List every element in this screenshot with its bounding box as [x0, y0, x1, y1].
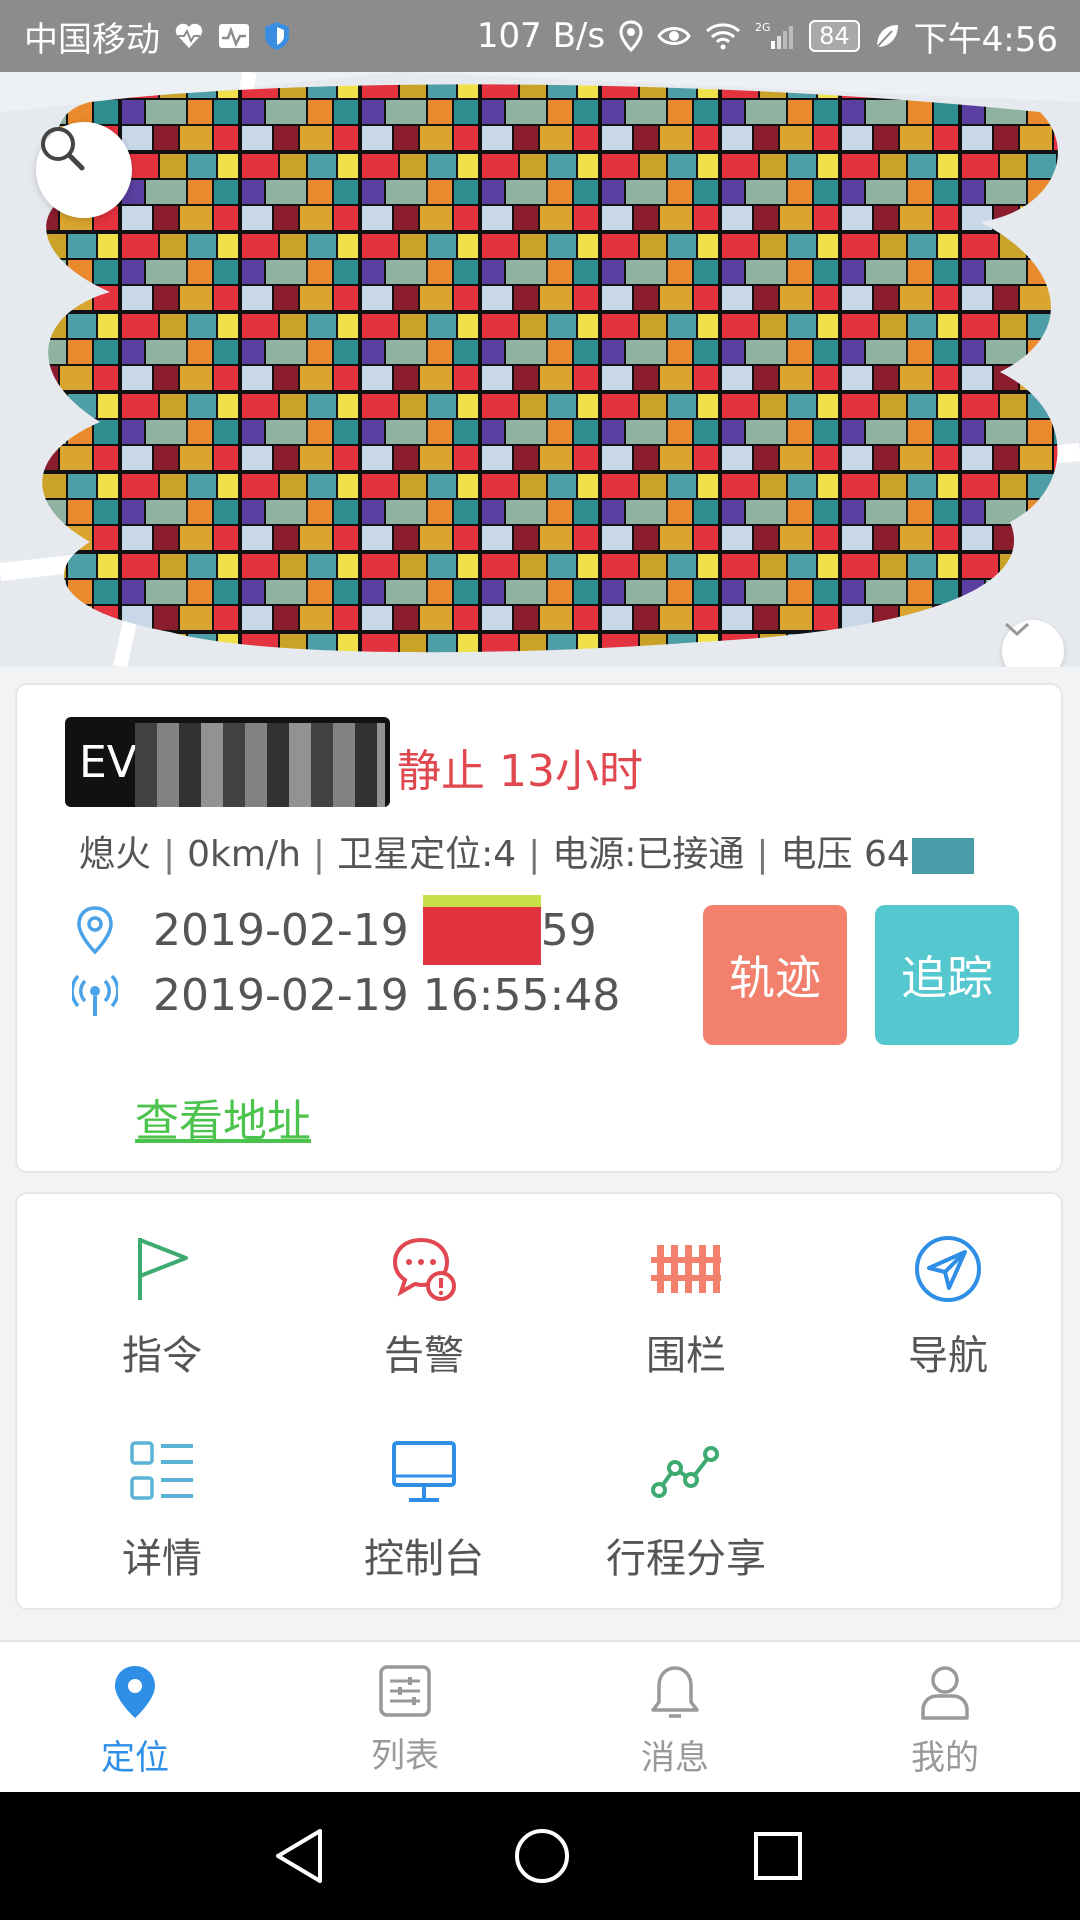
- detail-item[interactable]: 详情: [62, 1432, 262, 1584]
- voltage-value: 电压 64: [780, 834, 910, 875]
- gps-time-tail: 59: [540, 904, 597, 956]
- monitor-icon: [324, 1432, 524, 1512]
- trip-share-label: 行程分享: [606, 1536, 766, 1582]
- recent-apps-icon[interactable]: [752, 1830, 804, 1886]
- status-bar: 中国移动 107 B/s 2G 84 下午4:56: [0, 0, 1080, 72]
- vehicle-status: 静止 13小时: [397, 746, 643, 797]
- satellite-status: 卫星定位:4: [337, 834, 517, 875]
- tab-location-label: 定位: [101, 1738, 169, 1778]
- svg-text:2G: 2G: [755, 21, 771, 34]
- signal-tower-icon: [65, 974, 125, 1018]
- system-navigation-bar: [0, 1792, 1080, 1920]
- back-icon[interactable]: [270, 1827, 326, 1889]
- leaf-icon: [874, 22, 900, 50]
- navigation-label: 导航: [908, 1333, 988, 1379]
- plate-text: EV: [79, 736, 137, 788]
- wifi-icon: [705, 22, 741, 50]
- fence-item[interactable]: 围栏: [586, 1229, 786, 1381]
- console-label: 控制台: [364, 1536, 484, 1582]
- gps-time-redaction: [422, 895, 541, 965]
- gps-date: 2019-02-19: [153, 904, 409, 956]
- navigation-icon: [848, 1229, 1048, 1309]
- signal-time-row: 2019-02-19 16:55:48: [65, 970, 620, 1021]
- tab-profile[interactable]: 我的: [865, 1664, 1025, 1779]
- voltage-redaction: [911, 838, 974, 874]
- gps-time-row: 2019-02-19 59: [65, 895, 597, 965]
- location-icon: [619, 20, 643, 52]
- home-icon[interactable]: [512, 1826, 572, 1890]
- list-icon: [325, 1664, 485, 1722]
- bottom-tab-bar: 定位 列表 消息 我的: [0, 1640, 1080, 1794]
- tab-location[interactable]: 定位: [55, 1664, 215, 1779]
- activity-icon: [218, 22, 250, 50]
- view-address-link[interactable]: 查看地址: [135, 1085, 311, 1149]
- command-item[interactable]: 指令: [62, 1229, 262, 1381]
- map-search-button[interactable]: [36, 122, 132, 218]
- eye-icon: [657, 24, 691, 48]
- alarm-chat-icon: [324, 1229, 524, 1309]
- map-redaction: [0, 72, 1080, 667]
- location-pin-icon: [55, 1664, 215, 1724]
- tab-list[interactable]: 列表: [325, 1664, 485, 1777]
- map-view[interactable]: [0, 72, 1080, 667]
- detail-label: 详情: [122, 1536, 202, 1582]
- vehicle-info-card: EV 静止 13小时 熄火 | 0km/h | 卫星定位:4 | 电源:已接通 | 电压 64 …: [15, 683, 1063, 1173]
- command-label: 指令: [122, 1333, 202, 1379]
- user-icon: [865, 1664, 1025, 1724]
- tab-list-label: 列表: [371, 1736, 439, 1776]
- power-status: 电源:已接通: [552, 834, 745, 875]
- tab-messages[interactable]: 消息: [595, 1664, 755, 1779]
- follow-button[interactable]: 追踪: [875, 905, 1019, 1045]
- flag-icon: [62, 1229, 262, 1309]
- signal-icon: 2G: [755, 21, 795, 51]
- net-speed: 107 B/s: [476, 16, 606, 56]
- vehicle-plate: EV: [65, 717, 390, 807]
- trip-share-icon: [586, 1432, 786, 1512]
- trip-share-item[interactable]: 行程分享: [586, 1432, 786, 1584]
- clock: 下午4:56: [913, 19, 1058, 60]
- console-item[interactable]: 控制台: [324, 1432, 524, 1584]
- shield-icon: [264, 21, 290, 51]
- battery-level: 84: [809, 20, 860, 52]
- alarm-label: 告警: [384, 1333, 464, 1379]
- plate-redaction: [135, 723, 385, 807]
- tab-profile-label: 我的: [911, 1738, 979, 1778]
- bell-icon: [595, 1664, 755, 1724]
- function-grid: 指令 告警 围栏 导航 详情 控制台 行程分享: [15, 1192, 1063, 1610]
- navigation-item[interactable]: 导航: [848, 1229, 1048, 1381]
- speed-value: 0km/h: [187, 834, 301, 875]
- carrier-name: 中国移动: [24, 19, 160, 60]
- signal-time: 2019-02-19 16:55:48: [153, 970, 621, 1021]
- list-detail-icon: [62, 1432, 262, 1512]
- alarm-item[interactable]: 告警: [324, 1229, 524, 1381]
- track-button[interactable]: 轨迹: [703, 905, 847, 1045]
- tab-messages-label: 消息: [641, 1738, 709, 1778]
- ignition-status: 熄火: [79, 834, 152, 875]
- fence-icon: [586, 1229, 786, 1309]
- fence-label: 围栏: [646, 1333, 726, 1379]
- location-pin-icon: [65, 905, 125, 955]
- heart-rate-icon: [174, 22, 204, 50]
- vehicle-info-row: 熄火 | 0km/h | 卫星定位:4 | 电源:已接通 | 电压 64: [79, 825, 974, 877]
